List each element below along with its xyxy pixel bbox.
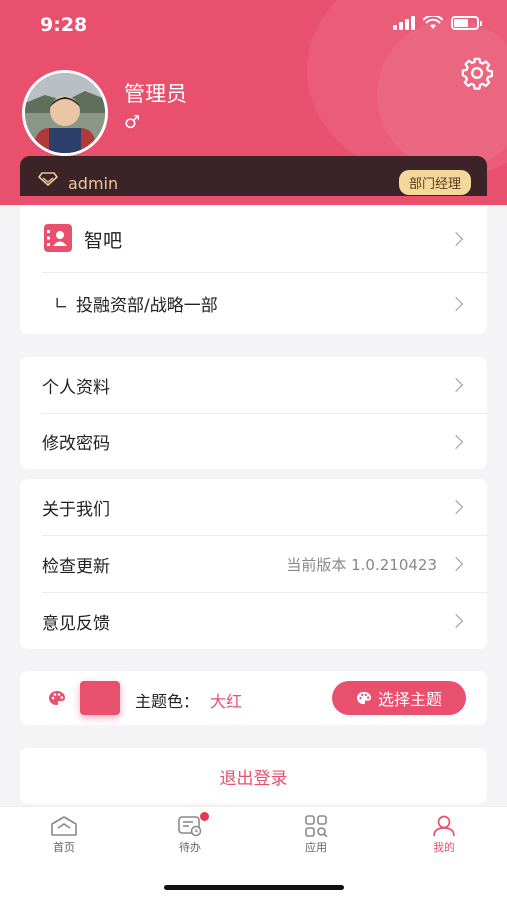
version-text: 当前版本 1.0.210423 bbox=[286, 555, 437, 574]
account-menu-card: 个人资料 修改密码 bbox=[20, 357, 487, 469]
status-bar: 9:28 bbox=[0, 0, 507, 50]
menu-item-label: 修改密码 bbox=[42, 434, 110, 454]
home-icon bbox=[51, 816, 77, 836]
apps-icon bbox=[305, 815, 328, 837]
tab-label: 我的 bbox=[433, 841, 455, 854]
menu-item-profile[interactable]: 个人资料 bbox=[20, 357, 487, 413]
menu-item-label: 个人资料 bbox=[42, 377, 110, 398]
tab-label: 待办 bbox=[179, 841, 201, 854]
menu-item-change-password[interactable]: 修改密码 bbox=[20, 414, 487, 469]
theme-color-swatch bbox=[80, 681, 120, 715]
chevron-right-icon bbox=[448, 296, 464, 311]
account-name: admin bbox=[68, 174, 119, 193]
chevron-right-icon bbox=[448, 231, 464, 247]
role-badge: 部门经理 bbox=[398, 170, 471, 195]
gender-icon: ♂ bbox=[124, 112, 141, 133]
dept-row[interactable]: ∟ 投融资部/战略一部 bbox=[20, 273, 487, 334]
logout-label: 退出登录 bbox=[219, 768, 288, 789]
chevron-right-icon bbox=[448, 434, 464, 449]
org-title: 智吧 bbox=[84, 229, 123, 252]
wifi-icon bbox=[423, 16, 443, 29]
dept-prefix: ∟ bbox=[54, 293, 69, 314]
select-theme-label: 选择主题 bbox=[377, 690, 442, 709]
menu-item-about[interactable]: 关于我们 bbox=[20, 479, 487, 535]
notification-dot bbox=[200, 812, 209, 821]
menu-item-check-update[interactable]: 检查更新 当前版本 1.0.210423 bbox=[20, 536, 487, 592]
status-icons bbox=[393, 16, 482, 30]
org-card: 智吧 ∟ 投融资部/战略一部 bbox=[20, 206, 487, 334]
chevron-right-icon bbox=[448, 613, 464, 629]
menu-item-label: 关于我们 bbox=[42, 499, 110, 520]
tab-apps[interactable]: 应用 bbox=[286, 815, 346, 855]
select-theme-button[interactable]: 选择主题 bbox=[332, 681, 466, 715]
status-time: 9:28 bbox=[40, 14, 88, 36]
avatar[interactable] bbox=[22, 70, 108, 156]
logout-button[interactable]: 退出登录 bbox=[20, 748, 487, 804]
user-icon bbox=[433, 815, 455, 837]
home-indicator bbox=[164, 885, 344, 890]
app-menu-card: 关于我们 检查更新 当前版本 1.0.210423 意见反馈 bbox=[20, 479, 487, 649]
org-contacts-icon bbox=[44, 224, 72, 252]
chevron-right-icon bbox=[448, 377, 464, 393]
menu-item-label: 意见反馈 bbox=[42, 613, 110, 634]
org-title-row[interactable]: 智吧 bbox=[20, 206, 487, 272]
theme-card: 主题色： 大红 选择主题 bbox=[20, 671, 487, 725]
dept-label: 投融资部/战略一部 bbox=[76, 296, 218, 316]
battery-icon bbox=[451, 16, 482, 30]
member-card: admin 部门经理 bbox=[20, 156, 487, 196]
chevron-right-icon bbox=[448, 499, 464, 515]
avatar-photo bbox=[25, 73, 105, 153]
palette-icon bbox=[356, 691, 371, 705]
tab-label: 应用 bbox=[305, 841, 327, 854]
tab-label: 首页 bbox=[53, 841, 75, 854]
theme-label: 主题色： bbox=[135, 692, 200, 711]
menu-item-label: 检查更新 bbox=[42, 556, 110, 577]
vip-diamond-icon bbox=[38, 172, 58, 186]
signal-icon bbox=[393, 16, 415, 30]
tab-home[interactable]: 首页 bbox=[34, 815, 94, 855]
menu-item-feedback[interactable]: 意见反馈 bbox=[20, 593, 487, 649]
chevron-right-icon bbox=[448, 556, 464, 572]
theme-value: 大红 bbox=[210, 692, 243, 711]
settings-gear-icon[interactable] bbox=[460, 56, 494, 90]
tab-mine[interactable]: 我的 bbox=[414, 815, 474, 855]
user-name: 管理员 bbox=[124, 82, 187, 106]
tab-todo[interactable]: 待办 bbox=[160, 812, 220, 855]
todo-icon bbox=[178, 816, 202, 837]
palette-icon bbox=[49, 691, 65, 705]
